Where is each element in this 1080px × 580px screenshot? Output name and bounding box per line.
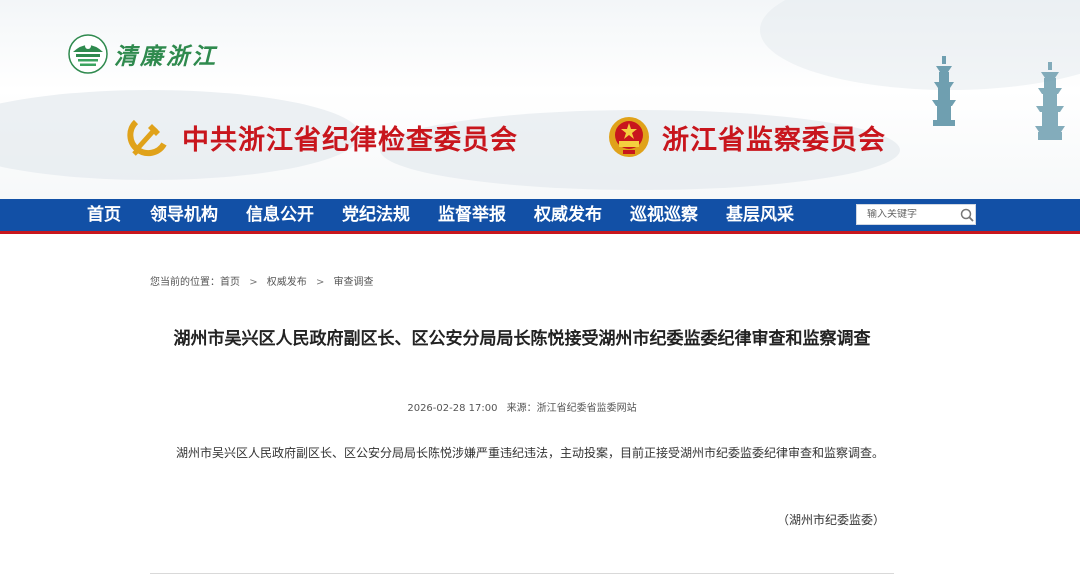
search-input[interactable] — [857, 209, 955, 220]
pagoda-icon — [932, 56, 956, 126]
nav-item-inspection[interactable]: 巡视巡察 — [616, 199, 712, 231]
breadcrumb-separator: > — [249, 277, 258, 288]
article-signature: （湖州市纪委监委） — [776, 513, 885, 527]
org-left-name: 中共浙江省纪律检查委员会 — [182, 124, 518, 156]
breadcrumb-label: 您当前的位置： — [150, 277, 220, 288]
article-title: 湖州市吴兴区人民政府副区长、区公安分局局长陈悦接受湖州市纪委监委纪律审查和监察调… — [173, 329, 871, 349]
article-meta: 2026-02-28 17:00 来源：浙江省纪委省监委网站 — [150, 399, 894, 414]
nav-item-report[interactable]: 监督举报 — [424, 199, 520, 231]
breadcrumb: 您当前的位置：首页 > 权威发布 > 审查调查 — [150, 273, 380, 288]
nav-item-home[interactable]: 首页 — [72, 199, 136, 231]
pagoda-icon — [1035, 62, 1065, 140]
main-nav: 首页 领导机构 信息公开 党纪法规 监督举报 权威发布 巡视巡察 基层风采 — [0, 199, 1080, 234]
article-body: 湖州市吴兴区人民政府副区长、区公安分局局长陈悦涉嫌严重违纪违法，主动投案，目前正… — [176, 446, 885, 460]
breadcrumb-home[interactable]: 首页 — [220, 277, 240, 288]
org-cpc-commission: 中共浙江省纪律检查委员会 — [126, 114, 518, 160]
search-icon[interactable] — [959, 207, 975, 223]
nav-item-releases[interactable]: 权威发布 — [520, 199, 616, 231]
national-emblem-icon — [609, 117, 649, 157]
mist-decoration — [760, 0, 1080, 90]
breadcrumb-releases[interactable]: 权威发布 — [267, 277, 307, 288]
org-right-name: 浙江省监察委员会 — [662, 124, 886, 156]
party-emblem-icon — [127, 119, 167, 157]
nav-item-grassroots[interactable]: 基层风采 — [712, 199, 808, 231]
content-divider — [150, 573, 894, 574]
breadcrumb-separator: > — [315, 277, 325, 288]
site-header: 清廉浙江 中共浙江省纪律检查委员会 浙江省监察委员会 — [0, 0, 1080, 200]
article-datetime: 2026-02-28 17:00 — [407, 403, 498, 414]
breadcrumb-current[interactable]: 审查调查 — [334, 277, 374, 288]
lotus-emblem-icon — [68, 34, 108, 74]
nav-item-regulations[interactable]: 党纪法规 — [328, 199, 424, 231]
nav-item-leadership[interactable]: 领导机构 — [136, 199, 232, 231]
nav-menu: 首页 领导机构 信息公开 党纪法规 监督举报 权威发布 巡视巡察 基层风采 — [72, 199, 808, 231]
logo-text: 清廉浙江 — [114, 43, 218, 70]
site-logo[interactable]: 清廉浙江 — [68, 34, 218, 74]
search-box — [856, 204, 976, 225]
nav-item-info-disclosure[interactable]: 信息公开 — [232, 199, 328, 231]
article-source: 来源：浙江省纪委省监委网站 — [506, 403, 637, 414]
org-supervisory-commission: 浙江省监察委员会 — [606, 114, 886, 160]
